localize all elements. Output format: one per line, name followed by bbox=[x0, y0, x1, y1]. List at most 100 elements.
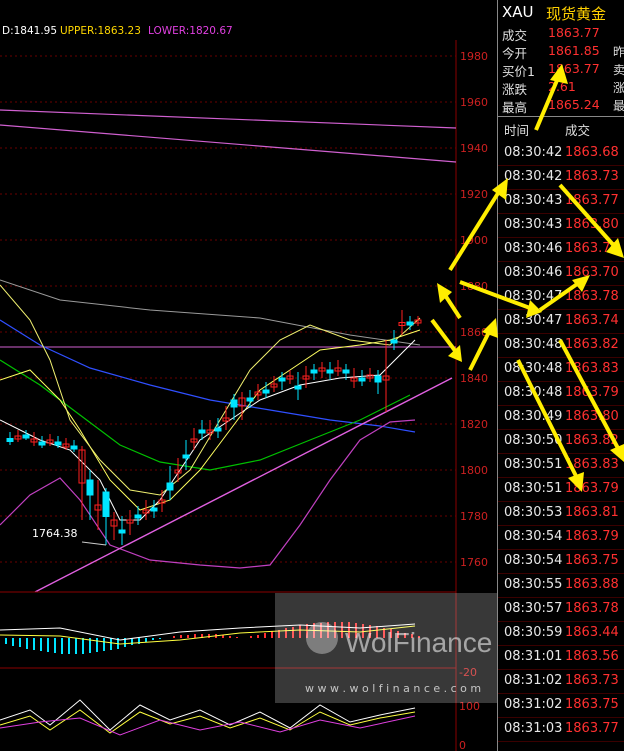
tick-price: 1863.88 bbox=[565, 577, 619, 592]
lower-tick-3: 0 bbox=[459, 739, 466, 751]
candle-body bbox=[342, 369, 350, 374]
arrow-to-open bbox=[534, 77, 560, 131]
quote-symbol: XAU bbox=[502, 3, 534, 21]
candle-body bbox=[406, 321, 414, 326]
low-marker-label: 1764.38 bbox=[32, 527, 78, 540]
price-chart[interactable]: D:1841.95 UPPER:1863.23 LOWER:1820.67 19… bbox=[0, 0, 497, 751]
macd-bar bbox=[5, 638, 7, 644]
macd-bar bbox=[68, 638, 70, 654]
bb-upper-band bbox=[0, 284, 421, 496]
tick-price: 1863.73 bbox=[565, 673, 619, 688]
candle-body bbox=[38, 441, 46, 446]
tick-price: 1863.75 bbox=[565, 553, 619, 568]
arrow-to-tick-1 bbox=[448, 188, 502, 272]
tick-row[interactable]: 08:31:03 1863.77 bbox=[498, 718, 624, 742]
macd-bar bbox=[236, 637, 238, 638]
ma-gray-line bbox=[0, 279, 421, 346]
tick-time: 08:30:54 bbox=[504, 529, 563, 544]
candle-body bbox=[182, 454, 190, 459]
tick-time: 08:30:54 bbox=[504, 553, 563, 568]
arrow-head-3 bbox=[550, 64, 568, 84]
bb-lower-label: LOWER:1820.67 bbox=[148, 25, 233, 37]
arrow-to-tick-5 bbox=[468, 329, 492, 371]
tick-row[interactable]: 08:30:54 1863.75 bbox=[498, 550, 624, 574]
macd-bar bbox=[173, 636, 175, 638]
arrow-to-tick-2 bbox=[558, 183, 618, 250]
price-axis-tick: 1760 bbox=[460, 556, 488, 569]
macd-bar bbox=[12, 638, 14, 646]
macd-bar bbox=[250, 636, 252, 638]
macd-bar bbox=[82, 638, 84, 654]
arrow-head-8 bbox=[482, 318, 498, 338]
tick-row[interactable]: 08:30:55 1863.88 bbox=[498, 574, 624, 598]
candle-body bbox=[70, 445, 78, 450]
candle-body bbox=[278, 377, 286, 382]
tick-row[interactable]: 08:31:02 1863.73 bbox=[498, 670, 624, 694]
arrow-to-tick-7 bbox=[516, 359, 580, 481]
quote-row-edge: 昨 bbox=[612, 45, 624, 59]
macd-bar bbox=[33, 638, 35, 650]
ma-long-line-1 bbox=[0, 109, 457, 129]
arrow-to-tick-3 bbox=[459, 280, 531, 310]
candle-body bbox=[102, 491, 110, 517]
tick-time: 08:30:57 bbox=[504, 601, 563, 616]
tick-price: 1863.79 bbox=[565, 529, 619, 544]
macd-bar bbox=[110, 638, 112, 650]
tick-price: 1863.78 bbox=[565, 601, 619, 616]
macd-bar bbox=[131, 638, 133, 645]
tick-time: 08:30:59 bbox=[504, 625, 563, 640]
tick-time: 08:30:55 bbox=[504, 577, 563, 592]
quote-row-value: 1861.85 bbox=[548, 43, 600, 58]
macd-bar bbox=[187, 635, 189, 638]
macd-bar bbox=[145, 638, 147, 642]
candle-body bbox=[150, 507, 158, 512]
macd-bar bbox=[96, 638, 98, 652]
macd-bar bbox=[103, 638, 105, 651]
candle-body bbox=[390, 339, 398, 344]
ma-long-line-2 bbox=[0, 124, 457, 163]
tick-row[interactable]: 08:30:59 1863.44 bbox=[498, 622, 624, 646]
macd-bar bbox=[26, 638, 28, 649]
candle-body bbox=[326, 369, 334, 374]
tick-time: 08:31:03 bbox=[504, 721, 563, 736]
macd-bar bbox=[54, 638, 56, 653]
macd-bar bbox=[257, 635, 259, 638]
quote-name: 现货黄金 bbox=[546, 5, 607, 23]
bb-mid-label: D:1841.95 bbox=[2, 25, 57, 37]
low-marker-line bbox=[81, 541, 107, 546]
quote-row-label: 成交 bbox=[502, 28, 528, 43]
macd-bar bbox=[19, 638, 21, 647]
macd-bar bbox=[75, 638, 77, 654]
watermark-brand: WolFinance bbox=[345, 627, 492, 658]
watermark-url: w w w . w o l f i n a n c e . c o m bbox=[305, 682, 481, 695]
tick-row[interactable]: 08:31:01 1863.56 bbox=[498, 646, 624, 670]
macd-bar bbox=[180, 635, 182, 638]
ma-green-line bbox=[0, 359, 411, 471]
quote-row: 成交 1863.77 bbox=[498, 25, 624, 43]
candle-body bbox=[262, 389, 270, 394]
grid-lines bbox=[0, 55, 456, 563]
candle-body bbox=[246, 397, 254, 402]
macd-bar bbox=[61, 638, 63, 654]
tick-time: 08:31:01 bbox=[504, 649, 563, 664]
tick-price: 1863.75 bbox=[565, 697, 619, 712]
tick-row[interactable]: 08:30:54 1863.79 bbox=[498, 526, 624, 550]
candle-body bbox=[134, 514, 142, 519]
tick-price: 1863.44 bbox=[565, 625, 619, 640]
tick-row[interactable]: 08:31:02 1863.75 bbox=[498, 694, 624, 718]
watermark-logo-icon bbox=[306, 622, 338, 654]
annotation-arrows-panel bbox=[448, 64, 624, 492]
tick-time: 08:31:02 bbox=[504, 697, 563, 712]
candle-body bbox=[294, 385, 302, 390]
macd-bar bbox=[264, 633, 266, 638]
quote-row: 今开 1861.85 昨 bbox=[498, 43, 624, 61]
macd-bar bbox=[159, 638, 161, 639]
tick-price: 1863.56 bbox=[565, 649, 619, 664]
ma-blue-line bbox=[0, 319, 416, 433]
macd-bar bbox=[47, 638, 49, 652]
candle-body bbox=[358, 377, 366, 382]
tick-row[interactable]: 08:30:57 1863.78 bbox=[498, 598, 624, 622]
macd-bar bbox=[208, 634, 210, 638]
tick-price: 1863.77 bbox=[565, 721, 619, 736]
macd-bar bbox=[194, 634, 196, 638]
